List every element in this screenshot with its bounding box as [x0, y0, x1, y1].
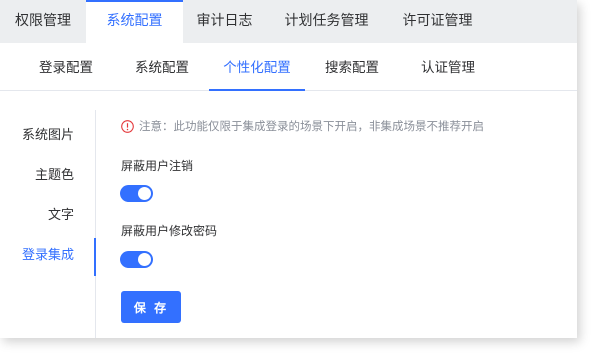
settings-panel: 权限管理 系统配置 审计日志 计划任务管理 许可证管理 登录配置 系统配置 个性… [0, 0, 577, 338]
subtab-login-config[interactable]: 登录配置 [34, 43, 98, 90]
toggle-knob [138, 187, 151, 200]
side-nav: 系统图片 主题色 文字 登录集成 [0, 122, 96, 282]
side-nav-active-indicator [94, 238, 96, 276]
tab-permission-management[interactable]: 权限管理 [0, 0, 86, 43]
hide-logout-label: 屏蔽用户注销 [121, 159, 194, 173]
subtab-personalization[interactable]: 个性化配置 [209, 43, 305, 91]
side-item-theme-color[interactable]: 主题色 [0, 162, 96, 202]
side-item-text[interactable]: 文字 [0, 202, 96, 242]
notice-text: 注意：此功能仅限于集成登录的场景下开启，非集成场景不推荐开启 [139, 119, 484, 133]
toggle-knob [138, 253, 151, 266]
tab-audit-log[interactable]: 审计日志 [183, 0, 266, 43]
side-item-login-integration[interactable]: 登录集成 [0, 242, 96, 282]
subtab-search-config[interactable]: 搜索配置 [321, 43, 383, 90]
tab-license-management[interactable]: 许可证管理 [387, 0, 488, 43]
notice-message: 注意：此功能仅限于集成登录的场景下开启，非集成场景不推荐开启 [121, 117, 484, 135]
tab-system-config[interactable]: 系统配置 [86, 0, 183, 43]
side-nav-divider [95, 110, 96, 338]
side-item-system-images[interactable]: 系统图片 [0, 122, 96, 162]
tab-scheduled-tasks[interactable]: 计划任务管理 [266, 0, 387, 43]
subtab-auth-management[interactable]: 认证管理 [417, 43, 479, 90]
hide-change-password-label: 屏蔽用户修改密码 [121, 224, 218, 238]
warning-circle-icon [121, 119, 134, 133]
subtab-system-config[interactable]: 系统配置 [131, 43, 193, 90]
sub-tab-bar: 登录配置 系统配置 个性化配置 搜索配置 认证管理 [0, 43, 577, 91]
top-tab-bar: 权限管理 系统配置 审计日志 计划任务管理 许可证管理 [0, 0, 577, 43]
hide-logout-toggle[interactable] [120, 185, 153, 202]
hide-change-password-toggle[interactable] [120, 251, 153, 268]
save-button[interactable]: 保 存 [121, 291, 181, 323]
